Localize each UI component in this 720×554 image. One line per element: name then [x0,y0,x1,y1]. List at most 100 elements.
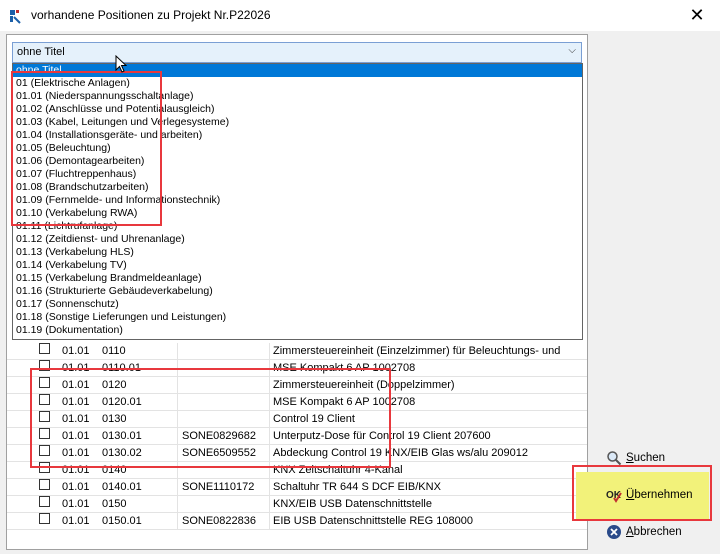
column-divider [269,411,270,428]
dropdown-option[interactable]: 01.12 (Zeitdienst- und Uhrenanlage) [13,233,582,246]
dropdown-option[interactable]: 01.17 (Sonnenschutz) [13,298,582,311]
row-checkbox[interactable] [39,496,50,507]
column-divider [177,360,178,377]
column-divider [177,513,178,530]
row-article: SONE0822836 [182,515,256,527]
row-group: 01.01 [62,515,90,527]
row-position: 0110.01 [102,362,141,374]
dropdown-option[interactable]: 01.16 (Strukturierte Gebäudeverkabelung) [13,285,582,298]
search-button[interactable]: Suchen [600,447,708,469]
dropdown-option[interactable]: 01.13 (Verkabelung HLS) [13,246,582,259]
row-position: 0120 [102,379,127,391]
dropdown-option[interactable]: 01.10 (Verkabelung RWA) [13,207,582,220]
row-checkbox[interactable] [39,411,50,422]
dropdown-option[interactable]: 01.18 (Sonstige Lieferungen und Leistung… [13,311,582,324]
dropdown-option[interactable]: 01.14 (Verkabelung TV) [13,259,582,272]
row-group: 01.01 [62,447,90,459]
column-divider [269,377,270,394]
row-checkbox[interactable] [39,360,50,371]
table-row[interactable]: 01.01 0110 Zimmersteuereinheit (Einzelzimm… [7,343,587,360]
dropdown-option[interactable]: 01.06 (Demontagearbeiten) [13,155,582,168]
dropdown-option[interactable]: 01.07 (Fluchtreppenhaus) [13,168,582,181]
row-position: 0110 [102,345,126,357]
row-checkbox[interactable] [39,445,50,456]
dropdown-option[interactable]: 01.15 (Verkabelung Brandmeldeanlage) [13,272,582,285]
row-text: MSE Kompakt 6 AP 1002708 [273,362,416,374]
row-position: 0140.01 [102,481,142,493]
column-divider [177,462,178,479]
column-divider [269,428,270,445]
row-position: 0120.01 [102,396,142,408]
table-row[interactable]: 01.01 0120.01 MSE Kompakt 6 AP 1002708 [7,394,587,411]
table-row[interactable]: 01.01 0150 KNX/EIB USB Datenschnittstelle [7,496,587,513]
dropdown-option-selected[interactable]: ohne Titel [13,64,582,77]
table-row[interactable]: 01.01 0130 Control 19 Client [7,411,587,428]
column-divider [177,479,178,496]
column-divider [269,479,270,496]
magnifier-icon [607,451,622,466]
search-button-label: Suchen [626,452,666,464]
row-checkbox[interactable] [39,428,50,439]
row-article: SONE1110172 [182,481,255,493]
row-article: SONE0829682 [182,430,256,442]
select-value: ohne Titel [17,46,65,58]
column-divider [177,428,178,445]
column-divider [177,496,178,513]
dropdown-option[interactable]: 01.05 (Beleuchtung) [13,142,582,155]
column-divider [269,360,270,377]
column-divider [177,377,178,394]
table-row[interactable]: 01.01 0110.01 MSE Kompakt 6 AP 1002708 [7,360,587,377]
row-text: Zimmersteuereinheit (Einzelzimmer) für B… [273,345,561,357]
row-text: Unterputz-Dose für Control 19 Client 207… [273,430,491,442]
title-filter-dropdown: ohne Titel 01 (Elektrische Anlagen) 01.01 … [12,63,583,340]
row-group: 01.01 [62,413,90,425]
cancel-button[interactable]: Abbrechen [600,521,708,543]
title-filter-select[interactable]: ohne Titel ⌵ [12,42,582,63]
row-text: EIB USB Datenschnittstelle REG 108000 [273,515,473,527]
row-position: 0130.01 [102,430,142,442]
table-row[interactable]: 01.01 0130.01 SONE0829682 Unterputz-Dose fü… [7,428,587,445]
close-icon[interactable]: ✕ [682,4,712,26]
row-group: 01.01 [62,481,90,493]
row-text: MSE Kompakt 6 AP 1002708 [273,396,416,408]
app-icon [10,10,21,24]
row-article: SONE6509552 [182,447,256,459]
dropdown-option[interactable]: 01.09 (Fernmelde- und Informationstechni… [13,194,582,207]
table-row[interactable]: 01.01 0140.01 SONE1110172 Schaltuhr TR 644 … [7,479,587,496]
row-group: 01.01 [62,430,90,442]
row-group: 01.01 [62,362,90,374]
row-text: Abdeckung Control 19 KNX/EIB Glas ws/alu… [273,447,528,459]
dropdown-option[interactable]: 01.19 (Dokumentation) [13,324,582,337]
dropdown-option[interactable]: 01.03 (Kabel, Leitungen und Verlegesyste… [13,116,582,129]
apply-button-label: Übernehmen [626,489,693,501]
table-row[interactable]: 01.01 0150.01 SONE0822836 EIB USB Datenschn… [7,513,587,530]
row-position: 0140 [102,464,127,476]
apply-button[interactable]: OK Übernehmen [600,484,708,506]
row-text: Schaltuhr TR 644 S DCF EIB/KNX [273,481,441,493]
row-checkbox[interactable] [39,377,50,388]
table-row[interactable]: 01.01 0130.02 SONE6509552 Abdeckung Control… [7,445,587,462]
column-divider [269,394,270,411]
row-position: 0130 [102,413,127,425]
table-row[interactable]: 01.01 0140 KNX Zeitschaltuhr 4-Kanal [7,462,587,479]
row-position: 0150.01 [102,515,142,527]
row-checkbox[interactable] [39,394,50,405]
row-checkbox[interactable] [39,513,50,524]
dropdown-option[interactable]: 01.01 (Niederspannungsschaltanlage) [13,90,582,103]
row-group: 01.01 [62,379,90,391]
dropdown-option[interactable]: 01.04 (Installationsgeräte- und arbeiten… [13,129,582,142]
ok-check-icon: OK [606,490,622,503]
row-checkbox[interactable] [39,343,50,354]
row-checkbox[interactable] [39,479,50,490]
row-text: Zimmersteuereinheit (Doppelzimmer) [273,379,455,391]
chevron-down-icon[interactable]: ⌵ [568,45,576,56]
column-divider [269,343,270,360]
dropdown-option[interactable]: 01.11 (Lichtrufanlage) [13,220,582,233]
dropdown-option[interactable]: 01 (Elektrische Anlagen) [13,77,582,90]
column-divider [269,462,270,479]
row-group: 01.01 [62,396,90,408]
row-checkbox[interactable] [39,462,50,473]
dropdown-option[interactable]: 01.08 (Brandschutzarbeiten) [13,181,582,194]
dropdown-option[interactable]: 01.02 (Anschlüsse und Potentialausgleich… [13,103,582,116]
table-row[interactable]: 01.01 0120 Zimmersteuereinheit (Doppelzimm… [7,377,587,394]
